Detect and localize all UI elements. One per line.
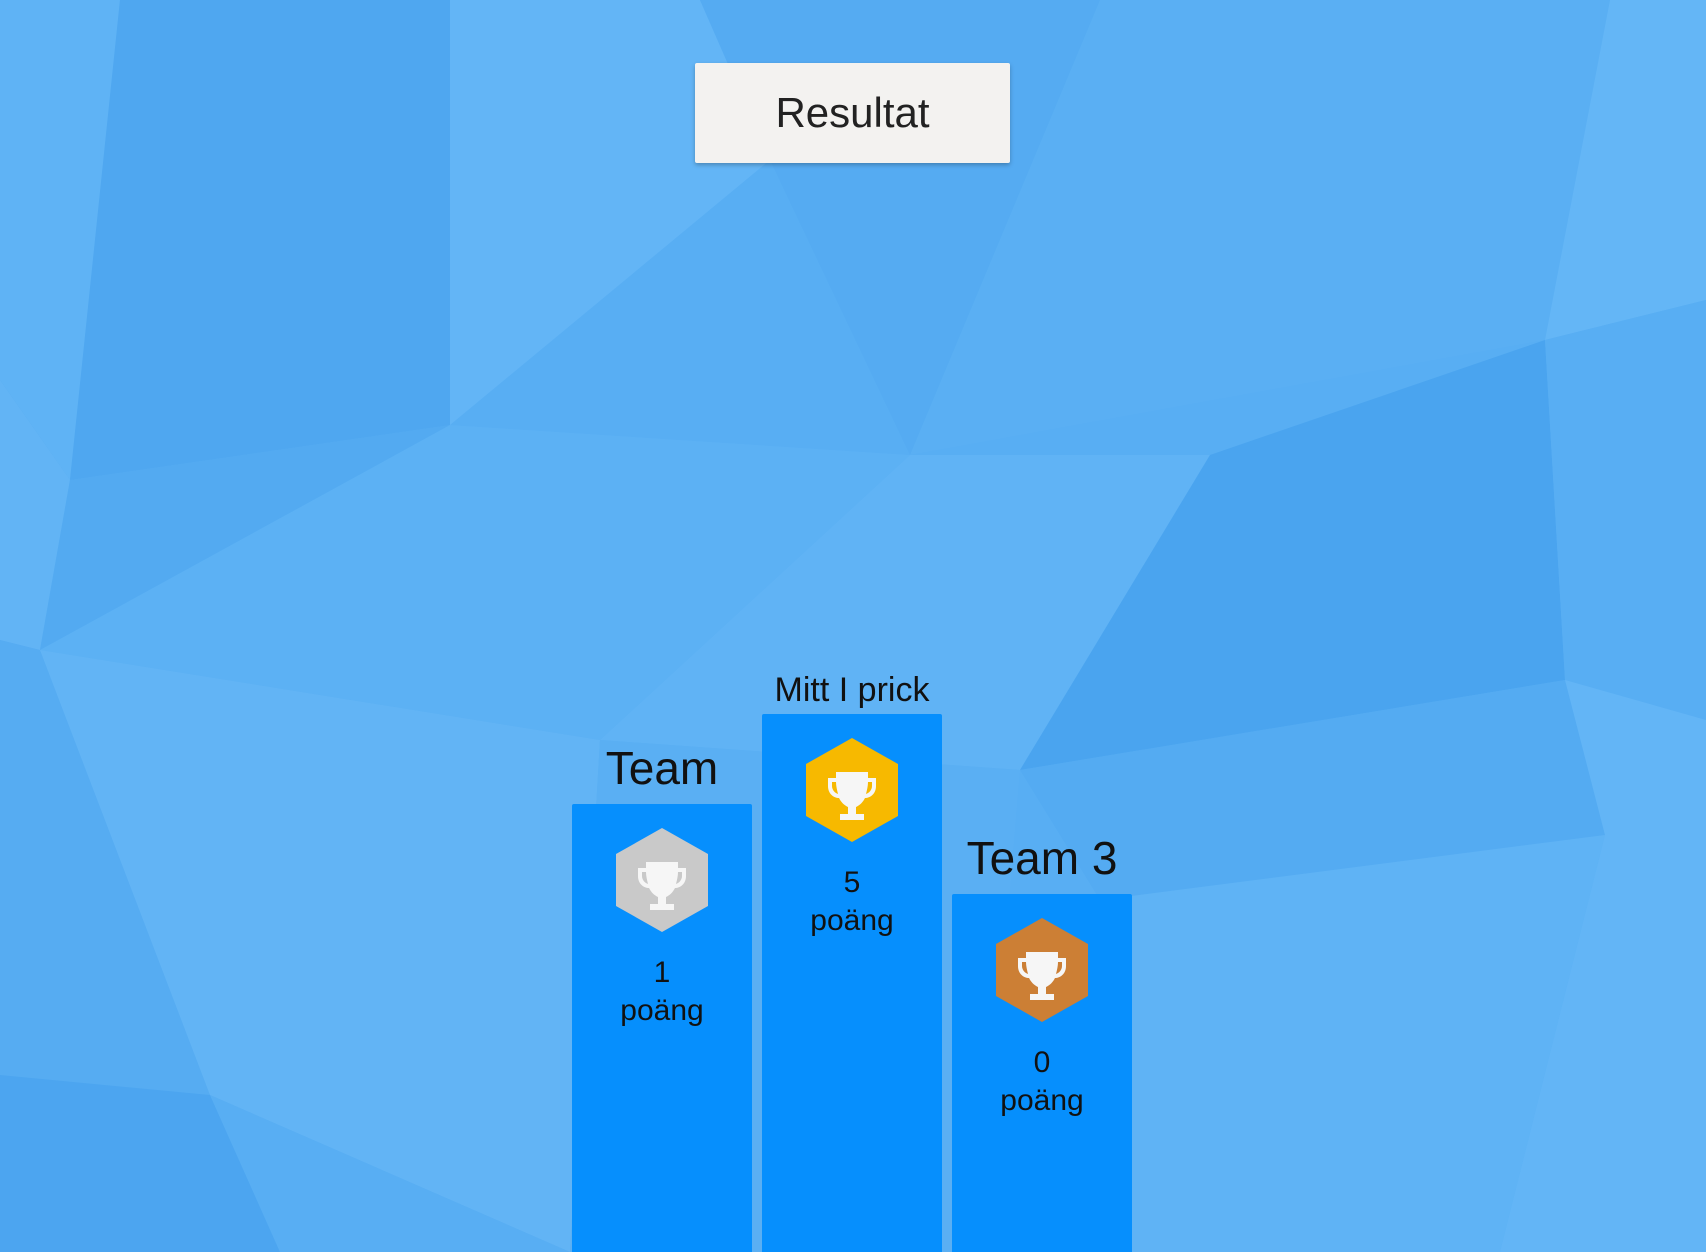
podium-block-second-place: 1 poäng <box>572 804 752 1252</box>
silver-trophy-icon <box>616 828 708 932</box>
team-name-second-place: Team <box>605 742 719 794</box>
team-name-first-place: Mitt I prick <box>774 671 930 709</box>
score-third-place: 0 poäng <box>952 1044 1132 1120</box>
points-value: 0 <box>1033 1046 1051 1079</box>
bronze-trophy-icon <box>996 918 1088 1022</box>
result-button[interactable]: Resultat <box>695 63 1010 163</box>
points-value: 1 <box>653 956 671 989</box>
team-name-third-place: Team 3 <box>966 832 1118 884</box>
gold-trophy-icon <box>806 738 898 842</box>
score-second-place: 1 poäng <box>572 954 752 1030</box>
podium-block-first-place: 5 poäng <box>762 714 942 1252</box>
podium-block-third-place: 0 poäng <box>952 894 1132 1252</box>
points-unit: poäng <box>620 994 704 1027</box>
points-unit: poäng <box>1000 1084 1084 1117</box>
points-unit: poäng <box>810 904 894 937</box>
